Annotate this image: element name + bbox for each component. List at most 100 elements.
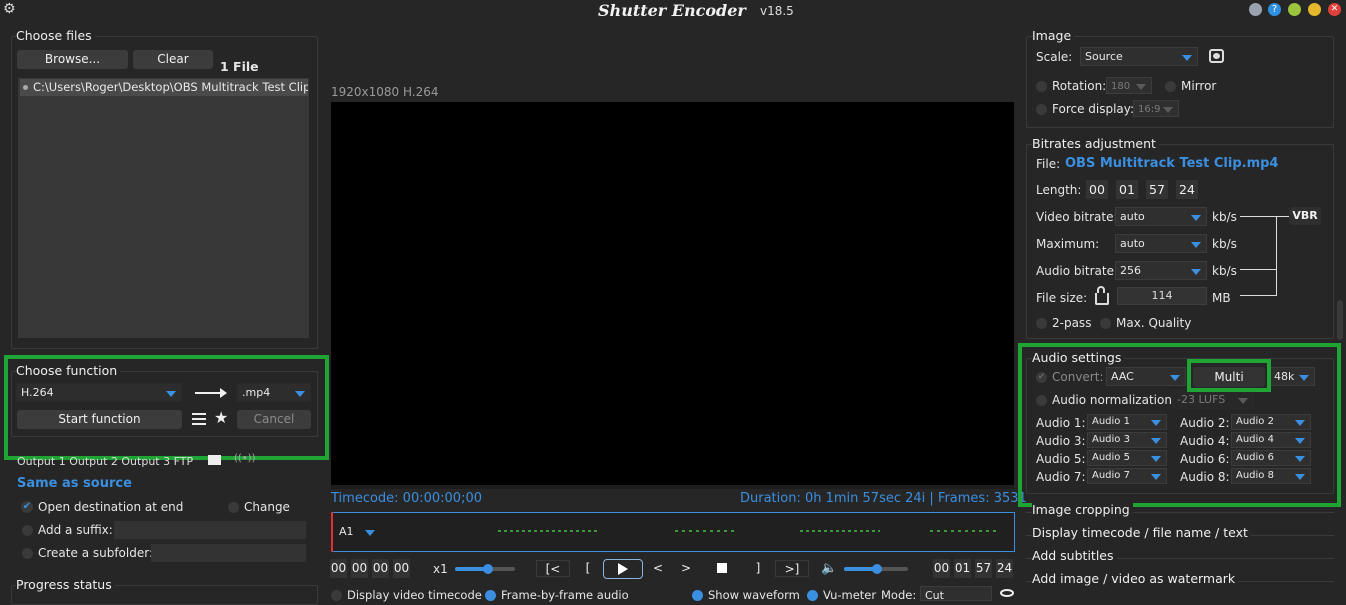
- length-hours[interactable]: 00: [1086, 180, 1108, 199]
- open-destination-label: Open destination at end: [38, 500, 184, 514]
- same-as-source[interactable]: Same as source: [17, 476, 132, 491]
- minimize-icon[interactable]: [1288, 3, 1301, 16]
- change-label: Change: [244, 500, 290, 514]
- waveform-segment: [498, 530, 598, 532]
- length-seconds[interactable]: 57: [1146, 180, 1168, 199]
- display-tc-checkbox[interactable]: [331, 590, 342, 601]
- frame-audio-label: Frame-by-frame audio: [501, 588, 629, 602]
- bitrate-file-label: File:: [1036, 157, 1061, 171]
- rotation-checkbox[interactable]: [1036, 81, 1047, 92]
- settings-gear-icon[interactable]: ⚙: [3, 2, 17, 16]
- video-info: 1920x1080 H.264: [331, 85, 439, 99]
- in-tc-hours[interactable]: 00: [330, 559, 347, 578]
- in-tc-frames[interactable]: 00: [393, 559, 410, 578]
- two-pass-checkbox[interactable]: [1036, 318, 1047, 329]
- section-add-subtitles[interactable]: Add subtitles: [1032, 548, 1117, 563]
- out-tc-frames[interactable]: 24: [996, 559, 1013, 578]
- set-in-button[interactable]: [: [580, 560, 596, 577]
- file-list-item[interactable]: C:\Users\Roger\Desktop\OBS Multitrack Te…: [20, 79, 308, 96]
- two-pass-label: 2-pass: [1052, 316, 1092, 330]
- volume-icon[interactable]: 🔈: [821, 561, 837, 576]
- vu-checkbox[interactable]: [807, 590, 818, 601]
- language-icon[interactable]: [1249, 3, 1262, 16]
- play-icon: [618, 563, 628, 575]
- display-tc-label: Display video timecode: [347, 588, 482, 602]
- length-frames[interactable]: 24: [1176, 180, 1198, 199]
- audio-settings-highlight: [1018, 343, 1341, 507]
- file-count: 1 File: [220, 59, 259, 74]
- audio-bitrate-select[interactable]: 256: [1115, 261, 1207, 280]
- waveform-track[interactable]: [331, 512, 1015, 552]
- file-list[interactable]: [18, 78, 309, 338]
- lock-icon[interactable]: [1095, 293, 1109, 305]
- volume-slider-knob[interactable]: [872, 564, 882, 574]
- vbr-button[interactable]: VBR: [1289, 207, 1321, 225]
- max-quality-checkbox[interactable]: [1100, 318, 1111, 329]
- open-destination-checkbox[interactable]: ✔: [21, 501, 33, 513]
- close-icon[interactable]: ✕: [1328, 3, 1341, 16]
- scale-select[interactable]: Source: [1080, 47, 1198, 66]
- waveform-checkbox[interactable]: [692, 590, 703, 601]
- out-tc-minutes[interactable]: 01: [954, 559, 971, 578]
- section-add-watermark[interactable]: Add image / video as watermark: [1032, 571, 1239, 586]
- output-tabs[interactable]: Output 1 Output 2 Output 3 FTP: [17, 455, 193, 468]
- stop-icon[interactable]: [717, 563, 727, 573]
- scale-label: Scale:: [1036, 50, 1073, 64]
- image-title: Image: [1032, 28, 1075, 43]
- file-size-input[interactable]: 114: [1117, 287, 1207, 305]
- bitrate-title: Bitrates adjustment: [1032, 136, 1159, 151]
- goto-end-button[interactable]: >]: [775, 560, 809, 577]
- section-display-timecode[interactable]: Display timecode / file name / text: [1032, 525, 1251, 540]
- right-scrollbar[interactable]: [1337, 300, 1343, 340]
- suffix-label: Add a suffix:: [38, 523, 113, 537]
- speed-slider-knob[interactable]: [483, 564, 493, 574]
- audio-track-label: A1: [339, 525, 354, 538]
- frame-audio-checkbox[interactable]: [485, 590, 496, 601]
- subfolder-input[interactable]: [151, 544, 306, 562]
- duration-display: Duration: 0h 1min 57sec 24i | Frames: 35…: [740, 491, 1027, 506]
- help-icon[interactable]: ?: [1268, 3, 1281, 16]
- video-bitrate-unit: kb/s: [1212, 210, 1237, 224]
- video-bitrate-select[interactable]: auto: [1115, 207, 1207, 226]
- mode-select[interactable]: Cut: [920, 586, 992, 602]
- in-tc-minutes[interactable]: 00: [351, 559, 368, 578]
- out-tc-hours[interactable]: 00: [933, 559, 950, 578]
- maximum-label: Maximum:: [1036, 237, 1100, 251]
- maximize-icon[interactable]: [1308, 3, 1321, 16]
- waveform-segment: [800, 530, 880, 532]
- change-radio[interactable]: [228, 502, 239, 513]
- maximum-select[interactable]: auto: [1115, 234, 1207, 253]
- frame-forward-button[interactable]: >: [678, 560, 694, 577]
- suffix-input[interactable]: [114, 521, 306, 539]
- section-image-cropping[interactable]: Image cropping: [1032, 502, 1133, 517]
- in-tc-seconds[interactable]: 00: [372, 559, 389, 578]
- goto-start-button[interactable]: [<: [536, 560, 570, 577]
- waveform-segment: [930, 530, 1000, 532]
- timecode-display: Timecode: 00:00:00;00: [331, 491, 482, 506]
- rotation-label: Rotation:: [1052, 79, 1107, 93]
- vbr-connector-right: [1277, 216, 1289, 217]
- playhead-marker[interactable]: [331, 512, 333, 552]
- mail-icon[interactable]: [208, 455, 221, 465]
- length-minutes[interactable]: 01: [1116, 180, 1138, 199]
- max-quality-label: Max. Quality: [1116, 316, 1192, 330]
- force-display-checkbox[interactable]: [1036, 104, 1047, 115]
- length-label: Length:: [1036, 183, 1082, 197]
- function-highlight: [4, 355, 329, 460]
- video-preview[interactable]: [331, 102, 1014, 485]
- eye-icon[interactable]: [1000, 589, 1014, 597]
- browse-button[interactable]: Browse...: [17, 50, 128, 69]
- track-dropdown-icon[interactable]: [365, 530, 375, 536]
- set-out-button[interactable]: ]: [750, 560, 766, 577]
- out-tc-seconds[interactable]: 57: [975, 559, 992, 578]
- frame-back-button[interactable]: <: [650, 560, 666, 577]
- force-display-select[interactable]: 16:9: [1133, 100, 1179, 117]
- mode-label: Mode:: [881, 588, 917, 602]
- file-item-bullet: [23, 85, 28, 90]
- clear-button[interactable]: Clear: [133, 50, 213, 69]
- mirror-checkbox[interactable]: [1165, 81, 1176, 92]
- rotation-select[interactable]: 180: [1106, 77, 1152, 94]
- stream-icon[interactable]: ((•)): [234, 453, 256, 464]
- subfolder-checkbox[interactable]: [22, 548, 33, 559]
- suffix-checkbox[interactable]: [22, 525, 33, 536]
